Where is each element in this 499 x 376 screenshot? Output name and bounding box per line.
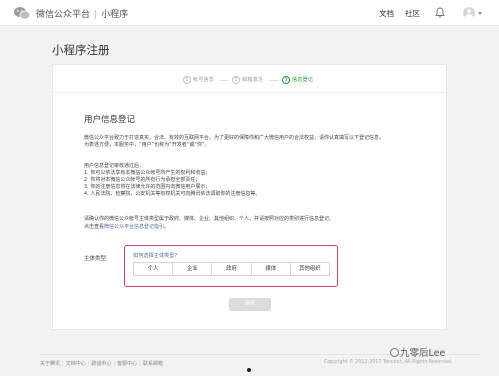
step-connector bbox=[220, 80, 228, 81]
section-name: 小程序 bbox=[101, 10, 129, 20]
progress-steps: 1 帐号信息 2 邮箱激活 3 信息登记 bbox=[183, 74, 323, 86]
section-title: 用户信息登记 bbox=[84, 115, 136, 125]
footer-separator: | bbox=[87, 361, 90, 367]
guide-link[interactable]: 微信公众平台信息登记指引 bbox=[104, 224, 164, 230]
nav-docs-link[interactable]: 文档 bbox=[379, 8, 394, 19]
footer-separator: | bbox=[113, 361, 116, 367]
watermark-icon bbox=[390, 348, 399, 357]
rule-item: 3. 你的注册信息将在法律允许的范围内向微信用户展示； bbox=[84, 184, 211, 190]
footer-link-rumor[interactable]: 辟谣中心 bbox=[91, 361, 111, 367]
copyright-text: Copyright © 2012-2017 Tencent. All Right… bbox=[324, 360, 453, 365]
footer-separator: | bbox=[139, 361, 141, 367]
rule-item: 4. 人民法院、检察院、公安机关等有权机关可向腾讯依法调取你的注册信息等。 bbox=[84, 191, 261, 197]
subject-type-selector: 个人 企业 政府 媒体 其他组织 bbox=[133, 262, 330, 276]
step-label: 信息登记 bbox=[292, 77, 313, 83]
footer-link-about[interactable]: 关于腾讯 bbox=[40, 361, 60, 367]
subject-option-individual[interactable]: 个人 bbox=[134, 263, 174, 275]
confirm-text: 请确认你的微信公众帐号主体类型属于政府、媒体、企业、其他组织、个人，并请按照对应… bbox=[84, 216, 335, 222]
page-indicator-dot bbox=[247, 368, 251, 372]
footer-links: 关于腾讯 | 文档中心 | 辟谣中心 | 客服中心 | 联系邮箱 bbox=[40, 360, 165, 367]
page-title: 小程序注册 bbox=[52, 43, 110, 57]
step-label: 邮箱激活 bbox=[242, 77, 263, 83]
step-info-registration: 3 信息登记 bbox=[282, 74, 313, 86]
footer-link-email[interactable]: 联系邮箱 bbox=[143, 361, 163, 367]
subject-option-other[interactable]: 其他组织 bbox=[291, 263, 329, 275]
nav-community-link[interactable]: 社区 bbox=[405, 8, 420, 19]
footer-separator: | bbox=[62, 361, 64, 367]
watermark-text: 九零后Lee bbox=[400, 348, 446, 359]
wechat-logo-icon bbox=[14, 7, 30, 20]
footer-link-support[interactable]: 客服中心 bbox=[117, 361, 137, 367]
bell-icon[interactable] bbox=[435, 7, 445, 18]
brand-title[interactable]: 微信公众平台 | 小程序 bbox=[36, 7, 128, 20]
subject-option-enterprise[interactable]: 企业 bbox=[173, 263, 213, 275]
subject-help-link[interactable]: 如何选择主体类型? bbox=[133, 252, 177, 259]
top-navigation-bar: 微信公众平台 | 小程序 文档 社区 bbox=[0, 0, 499, 26]
subject-type-label: 主体类型 bbox=[84, 256, 107, 262]
avatar-icon[interactable] bbox=[463, 7, 475, 19]
guide-suffix: 。 bbox=[164, 224, 170, 230]
guide-line: 点击查看微信公众平台信息登记指引。 bbox=[84, 224, 169, 231]
step-connector bbox=[269, 80, 278, 81]
step-label: 帐号信息 bbox=[193, 77, 214, 83]
step-number: 3 bbox=[282, 76, 290, 84]
continue-button[interactable]: 继续 bbox=[229, 298, 271, 311]
subject-option-media[interactable]: 媒体 bbox=[252, 263, 291, 275]
steps-divider bbox=[52, 92, 447, 93]
platform-name: 微信公众平台 bbox=[36, 10, 91, 20]
step-email-activation: 2 邮箱激活 bbox=[232, 74, 263, 86]
step-number: 2 bbox=[232, 76, 240, 84]
guide-prefix: 点击查看 bbox=[84, 224, 105, 230]
rule-item: 2. 你将对本微信公众帐号的所有行为承担全部责任； bbox=[84, 177, 201, 183]
rules-title: 用户信息登记审核通过后： bbox=[84, 163, 145, 169]
brand-separator: | bbox=[94, 10, 98, 20]
step-account-info: 1 帐号信息 bbox=[183, 74, 214, 86]
chevron-down-icon[interactable] bbox=[478, 12, 482, 15]
subject-option-government[interactable]: 政府 bbox=[212, 263, 252, 275]
step-number: 1 bbox=[183, 76, 191, 84]
rule-item: 1. 你可以依法享有本微信公众帐号所产生的权利和收益； bbox=[84, 170, 211, 176]
intro-line-2: 为表述方便，本服务中，“用户”也称为“开发者”或“你”。 bbox=[84, 142, 210, 148]
footer-link-docs[interactable]: 文档中心 bbox=[66, 361, 86, 367]
intro-line-1: 微信公众平台致力于打造真实、合法、有效的互联网平台。为了更好的保障你和广大微信用… bbox=[84, 135, 385, 141]
